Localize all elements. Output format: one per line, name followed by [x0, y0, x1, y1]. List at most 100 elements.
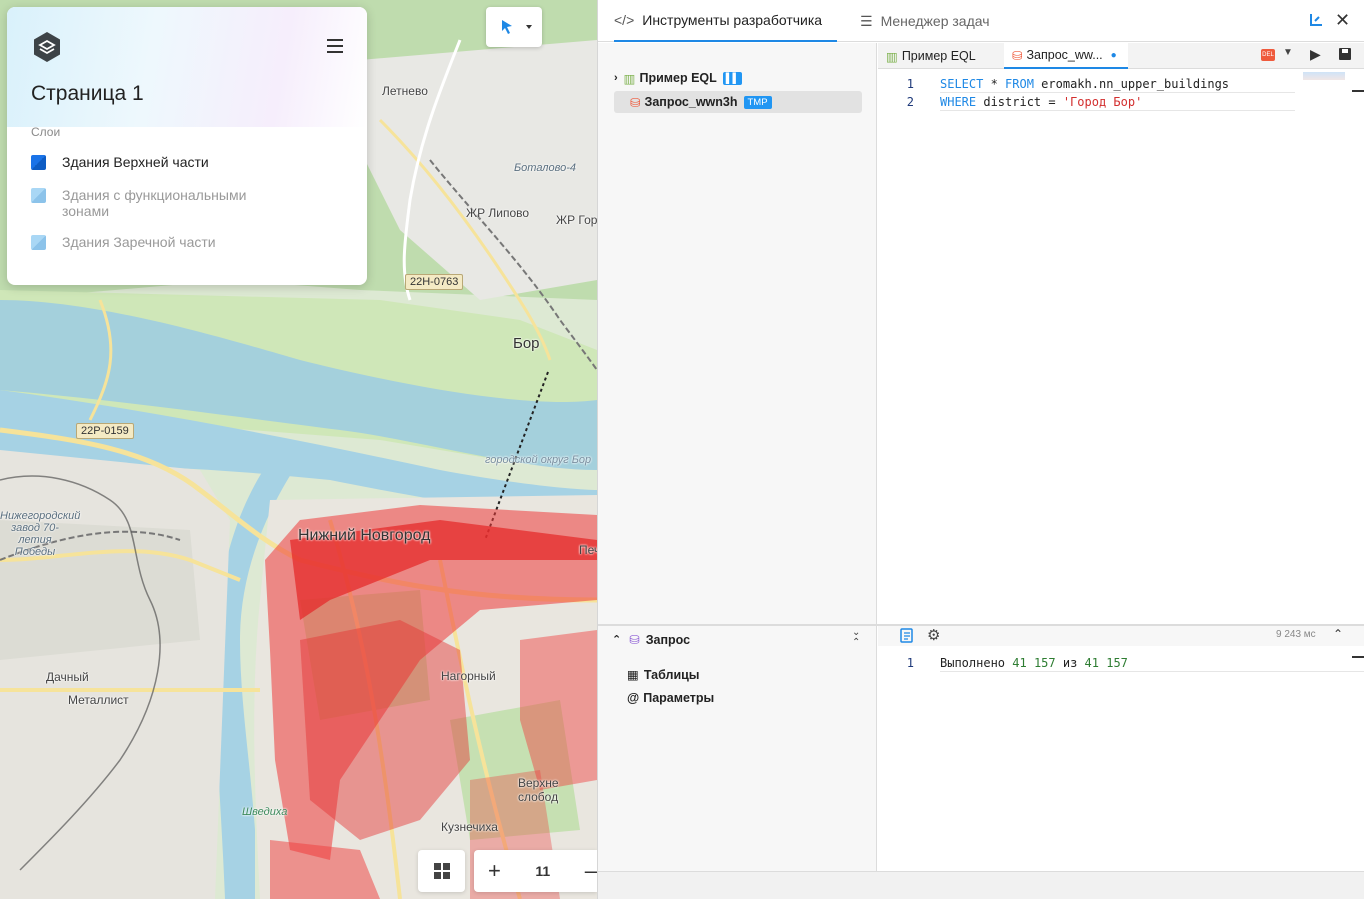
code-line: 2 WHERE district = 'Город Бор' [878, 93, 1364, 111]
layers-section-label: Слои [31, 125, 61, 139]
status-bar [598, 871, 1364, 899]
editor-tabbar: ▥ Пример EQL ⛁ Запрос_ww... ● DEL ▼ ▶ [878, 43, 1364, 69]
map-label-shvedikha: Шведиха [242, 806, 288, 818]
list-icon: ☰ [860, 12, 873, 29]
devtools-tabbar: </> Инструменты разработчика ☰ Менеджер … [598, 0, 1364, 42]
collapse-all-icon[interactable]: ⌄ ⌃ [852, 628, 860, 648]
tree-item-query[interactable]: ⛁ Запрос_wwn3h TMP [614, 91, 862, 113]
menu-icon[interactable] [327, 39, 343, 53]
nav-item-tables[interactable]: ▦ Таблицы [627, 667, 699, 683]
delete-icon[interactable]: DEL [1261, 49, 1275, 61]
close-icon[interactable]: ✕ [1335, 10, 1350, 31]
nav-item-params[interactable]: @ Параметры [627, 691, 714, 705]
map-label-verkhnyaya: Верхне слобод [518, 776, 559, 804]
layer-swatch [31, 235, 46, 250]
map-label-pechery: Печер [579, 543, 597, 557]
code-icon: </> [614, 12, 635, 28]
map-label-bor: Бор [513, 335, 540, 352]
layer-item-functional-zones[interactable]: Здания с функциональными зонами [31, 187, 272, 219]
database-icon: ⛁ [630, 95, 641, 110]
log-icon[interactable] [900, 628, 914, 646]
road-shield: 22Р-0159 [76, 423, 134, 439]
map-label-dachny: Дачный [46, 670, 89, 684]
query-section-header[interactable]: ⌃ ⛁ Запрос [612, 632, 691, 648]
tree-item-label: Запрос_wwn3h [644, 95, 738, 109]
result-line: 1 Выполнено 41 157 из 41 157 [878, 654, 1364, 672]
map-label-metallist: Металлист [68, 693, 129, 707]
table-icon: ▦ [627, 668, 639, 682]
sql-keyword: FROM [1005, 77, 1034, 91]
editor-tab-eql[interactable]: ▥ Пример EQL [878, 43, 984, 69]
line-highlight [940, 92, 1295, 93]
save-icon[interactable] [1338, 47, 1352, 64]
map-label-zhr-gor: ЖР Гор [556, 213, 597, 227]
zoom-out-button[interactable]: – [585, 860, 597, 882]
zoom-level: 11 [535, 863, 551, 879]
layer-name: Здания с функциональными зонами [62, 187, 247, 219]
map-label-factory: Нижегородский завод 70-летия Победы [0, 510, 81, 558]
map-label-nizhny: Нижний Новгород [298, 527, 431, 544]
zoom-in-button[interactable]: + [488, 860, 501, 882]
chevron-up-icon[interactable]: ⌃ [1333, 627, 1343, 641]
run-icon[interactable]: ▶ [1310, 46, 1321, 63]
map-icon: ▥ [623, 71, 636, 86]
section-label: Запрос [645, 632, 691, 647]
map-label-nagorny: Нагорный [441, 669, 496, 683]
minimap[interactable] [1303, 72, 1345, 80]
chevron-right-icon: › [614, 72, 618, 84]
result-output[interactable]: 1 Выполнено 41 157 из 41 157 [878, 646, 1364, 871]
unsaved-dot-icon: ● [1110, 49, 1117, 61]
tree-item-eql-example[interactable]: › ▥ Пример EQL ▌▌ [614, 67, 743, 89]
at-icon: @ [627, 691, 640, 705]
result-of: из [1062, 656, 1078, 670]
tab-task-manager[interactable]: ☰ Менеджер задач [860, 0, 990, 42]
query-tree: › ▥ Пример EQL ▌▌ ⛁ Запрос_wwn3h TMP [598, 43, 877, 624]
road-shield: 22Н-0763 [405, 274, 464, 290]
query-navigator: ⌃ ⛁ Запрос ⌄ ⌃ ▦ Таблицы @ Параметры [598, 626, 877, 871]
map-view[interactable]: Летнево Боталово-4 ЖР Липово ЖР Гор Бор … [0, 0, 597, 899]
panel-header-background [7, 7, 367, 127]
line-number: 2 [906, 95, 914, 109]
select-tool-button[interactable] [486, 7, 542, 47]
sql-keyword: SELECT [940, 77, 984, 91]
sql-keyword: WHERE [940, 95, 977, 109]
app-logo-icon [31, 31, 63, 63]
layer-swatch [31, 188, 46, 203]
line-number: 1 [906, 656, 914, 670]
tab-label: Менеджер задач [880, 13, 990, 29]
line-highlight [940, 671, 1364, 672]
editor-tab-query[interactable]: ⛁ Запрос_ww... ● [1004, 43, 1128, 69]
sql-token: * [983, 77, 1006, 91]
layout-toggle-icon[interactable] [1308, 12, 1324, 31]
map-label-bor-district: городской округ Бор [485, 454, 592, 466]
sql-editor[interactable]: 1 SELECT * FROM eromakh.nn_upper_buildin… [878, 70, 1364, 624]
devtools-panel: </> Инструменты разработчика ☰ Менеджер … [597, 0, 1364, 899]
database-icon: ⛁ [629, 633, 640, 647]
result-total: 41 157 [1084, 656, 1128, 670]
result-count: 41 157 [1012, 656, 1056, 670]
map-label-kuznechikha: Кузнечиха [441, 820, 498, 834]
pointer-icon [502, 20, 532, 34]
chevron-down-icon[interactable]: ▼ [1283, 47, 1293, 58]
line-number: 1 [906, 77, 914, 91]
editor-tab-label: Запрос_ww... [1026, 48, 1103, 62]
execution-time: 9 243 мс [1276, 629, 1316, 640]
layer-name: Здания Верхней части [62, 154, 209, 170]
layer-item-upper-buildings[interactable]: Здания Верхней части [31, 154, 272, 170]
nav-item-label: Параметры [643, 691, 715, 705]
result-toolbar: ⚙ 9 243 мс ⌃ [878, 626, 1364, 646]
layer-name: Здания Заречной части [62, 234, 216, 250]
map-label-letnevo: Летнево [382, 84, 428, 98]
chart-badge-icon: ▌▌ [722, 71, 743, 85]
settings-gear-icon[interactable]: ⚙ [927, 626, 940, 644]
sql-token: district = [976, 95, 1063, 109]
tab-devtools[interactable]: </> Инструменты разработчика [614, 0, 838, 42]
code-text: WHERE district = 'Город Бор' [940, 95, 1142, 109]
scrollbar-marker [1352, 90, 1364, 92]
layer-swatch [31, 155, 46, 170]
map-icon: ▥ [886, 49, 898, 64]
sql-string: 'Город Бор' [1062, 95, 1143, 109]
layer-item-zarechnaya[interactable]: Здания Заречной части [31, 234, 272, 250]
map-label-zhr-lipovo: ЖР Липово [466, 206, 530, 220]
grid-view-button[interactable] [418, 850, 465, 892]
